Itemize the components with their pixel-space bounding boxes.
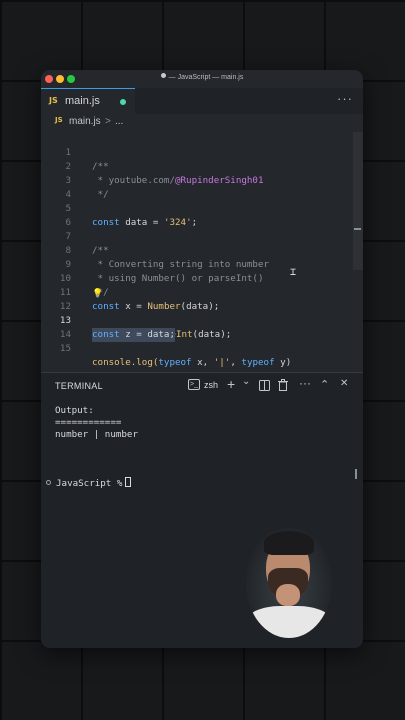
webcam-overlay (246, 528, 332, 638)
js-file-icon: JS (55, 116, 63, 124)
panel-title[interactable]: TERMINAL (55, 381, 103, 391)
code-line-active: 13 const z = data; (41, 300, 363, 342)
more-actions-icon[interactable]: ··· (337, 91, 353, 106)
code-line: 12 💡 nst y = parseInt(data); (41, 286, 363, 340)
prompt-status-icon (46, 480, 51, 485)
terminal-icon: >_ (188, 379, 200, 390)
presenter-hair (264, 531, 314, 555)
js-file-icon: JS (49, 96, 58, 105)
code-line: 8 * Converting string into number (41, 230, 363, 270)
code-line: 5 const data = '324'; (41, 188, 363, 228)
prompt-text: JavaScript % (56, 478, 123, 489)
modified-dot-icon[interactable] (120, 99, 126, 105)
terminal-line: number | number (55, 429, 138, 440)
code-line: 15 console.log(typeof x, '|', typeof y) (41, 328, 363, 368)
keyword: typeof (158, 357, 192, 368)
presenter-hand (276, 584, 300, 606)
breadcrumb-symbol[interactable]: ... (115, 116, 123, 127)
tab-main-js[interactable]: JS main.js (41, 88, 135, 114)
terminal-line: ============ (55, 417, 122, 428)
code-text: x, (191, 357, 214, 368)
code-line: 14 (41, 314, 363, 340)
terminal-prompt[interactable]: JavaScript % (46, 477, 132, 489)
window-title-label: — JavaScript — main.js (168, 74, 244, 81)
keyword: typeof (241, 357, 275, 368)
close-panel-icon[interactable]: ✕ (340, 378, 348, 389)
collapse-panel-icon[interactable]: ⌃ (320, 378, 329, 391)
terminal-output[interactable]: Output: ============ number | number (55, 405, 138, 441)
terminal-cursor (125, 477, 132, 487)
lightbulb-icon[interactable]: 💡 (92, 287, 103, 301)
chevron-down-icon[interactable]: ⌄ (242, 376, 250, 387)
presenter-shirt (246, 606, 332, 638)
new-terminal-icon[interactable]: + (227, 376, 235, 392)
tab-label: main.js (65, 95, 100, 107)
line-number: 15 (59, 343, 71, 354)
function-call: console.log( (92, 357, 159, 368)
breadcrumb: JS main.js > ... (41, 114, 363, 130)
text-cursor-icon: ⌶ (290, 267, 297, 278)
string-literal: '|' (213, 357, 231, 368)
code-editor[interactable]: 1 /** 2 * youtube.com/@RupinderSingh01 3… (41, 130, 363, 370)
more-actions-icon[interactable]: ··· (299, 376, 311, 390)
shell-name[interactable]: zsh (204, 380, 218, 390)
code-line: 2 * youtube.com/@RupinderSingh01 (41, 146, 363, 186)
code-text: , (230, 357, 242, 368)
code-text: y) (274, 357, 292, 368)
breadcrumb-separator: > (105, 116, 111, 127)
split-terminal-icon[interactable] (259, 380, 270, 391)
window-title: — JavaScript — main.js (41, 73, 363, 81)
unsaved-dot-icon (160, 73, 166, 78)
title-bar: — JavaScript — main.js (41, 70, 363, 88)
editor-scrollbar[interactable] (353, 132, 363, 270)
tab-bar: JS main.js ··· (41, 88, 363, 114)
code-line: 9 * using Number() or parseInt() (41, 244, 363, 284)
line-code: console.log(typeof x, '|', typeof y) (92, 356, 291, 370)
code-line: 1 /** (41, 132, 363, 172)
trash-icon[interactable] (278, 379, 288, 391)
scroll-thumb[interactable] (354, 228, 361, 230)
terminal-scrollbar[interactable] (355, 469, 357, 479)
code-line: 11 const x = Number(data); (41, 272, 363, 312)
code-line: 3 */ (41, 160, 363, 200)
terminal-line: Output: (55, 405, 94, 416)
code-line: 6 (41, 202, 363, 228)
breadcrumb-file[interactable]: main.js (69, 116, 101, 127)
code-line: 4 (41, 174, 363, 200)
code-line: 10 */ (41, 258, 363, 298)
code-line: 7 /** (41, 216, 363, 256)
